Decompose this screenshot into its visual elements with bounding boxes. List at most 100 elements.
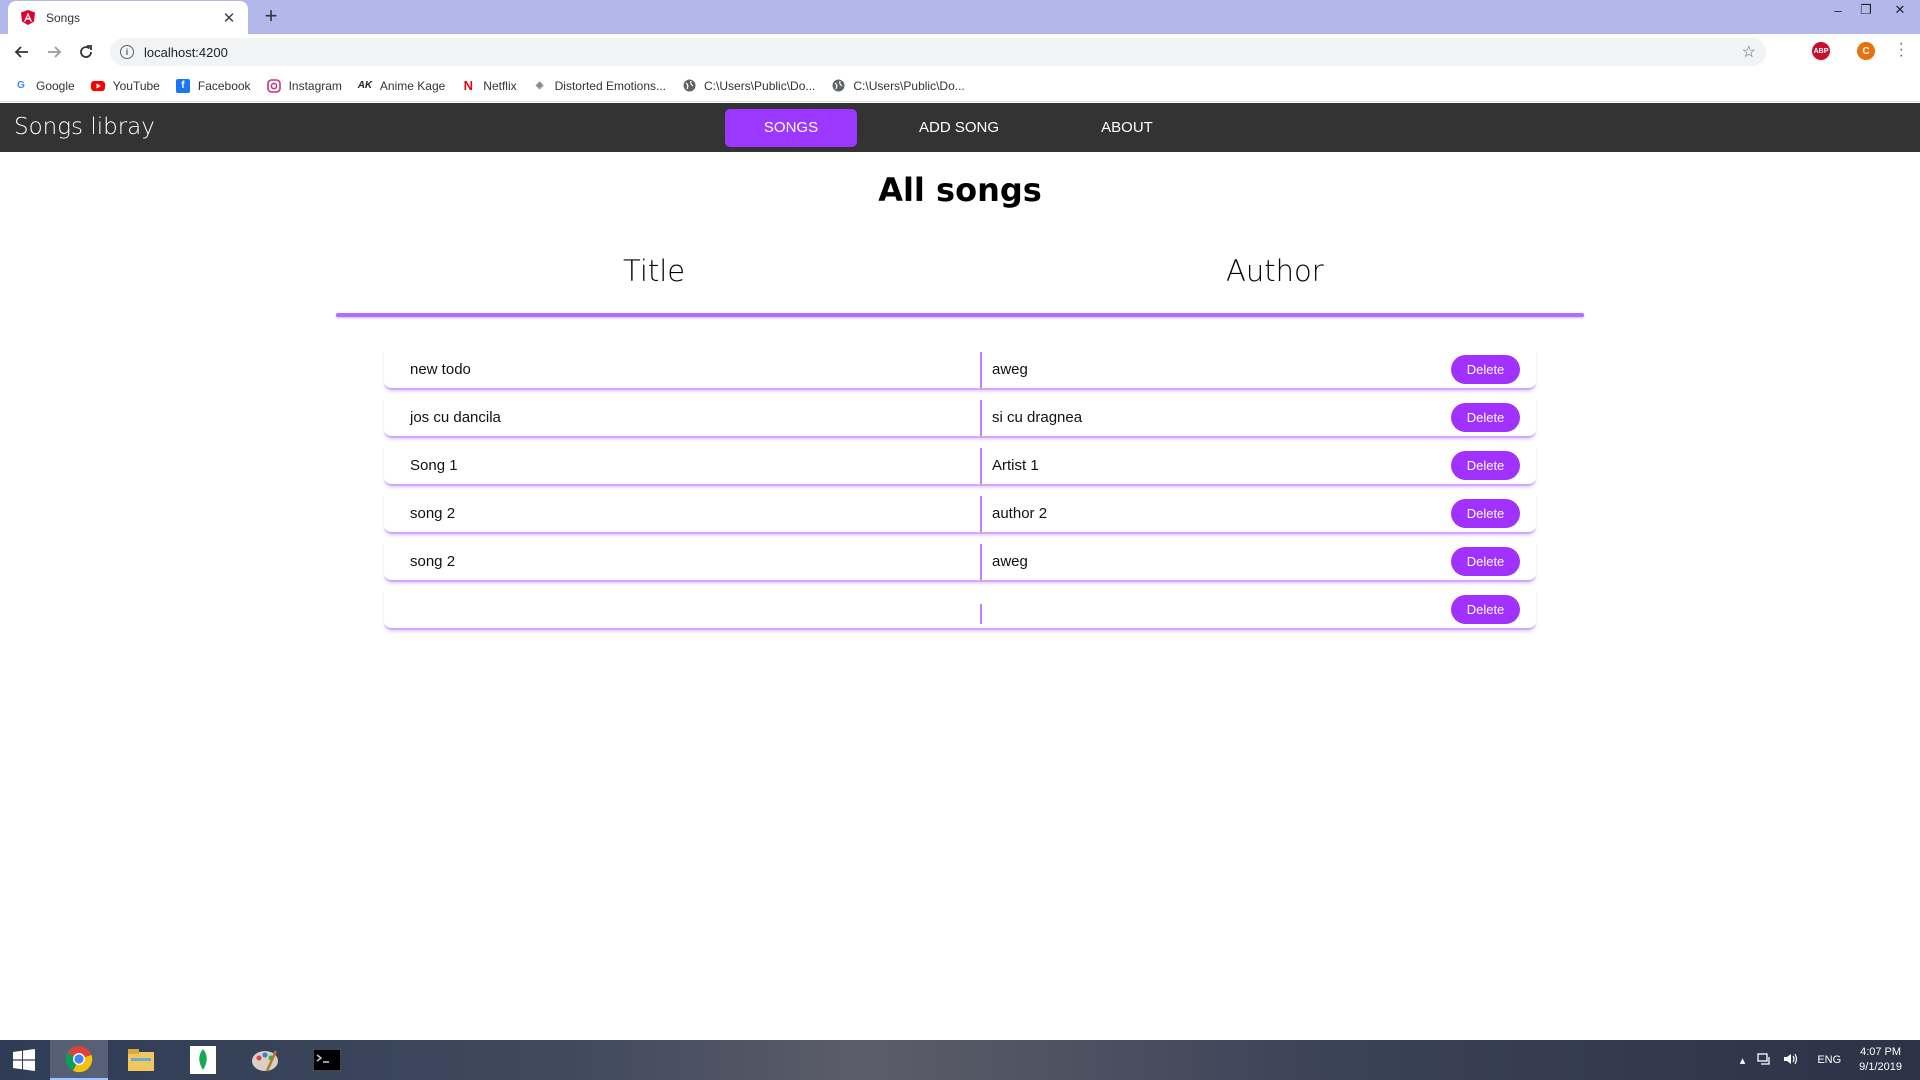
back-arrow-icon[interactable] [10,40,34,64]
column-header-title: Title [623,254,686,288]
bookmark-youtube[interactable]: YouTube [90,78,160,93]
bookmark-label: C:\Users\Public\Do... [853,78,965,93]
song-row: song 2 author 2 Delete [384,494,1536,534]
song-title: jos cu dancila [410,409,501,426]
profile-avatar[interactable]: C [1857,42,1875,60]
system-tray: ▴ ENG 4:07 PM 9/1/2019 [1740,1040,1920,1080]
song-row: song 2 aweg Delete [384,542,1536,582]
windows-taskbar: ▴ ENG 4:07 PM 9/1/2019 [0,1040,1920,1080]
tab-title: Songs [46,10,81,25]
song-title: new todo [410,361,471,378]
window-controls: – ❐ ✕ [1824,0,1920,20]
info-icon[interactable]: i [120,45,134,59]
column-divider [980,496,982,532]
language-indicator[interactable]: ENG [1817,1054,1841,1066]
clock-date: 9/1/2019 [1859,1061,1902,1073]
bookmark-star-icon[interactable]: ☆ [1742,42,1756,62]
song-title: song 2 [410,553,456,570]
netflix-icon: N [463,78,473,93]
song-author: author 2 [992,505,1048,522]
reload-icon[interactable] [74,40,98,64]
song-author: si cu dragnea [992,409,1083,426]
volume-icon[interactable] [1783,1053,1799,1068]
adblock-extension-icon[interactable]: ABP [1812,42,1830,60]
windows-start-icon[interactable] [0,1040,48,1080]
bookmark-distorted-emotions[interactable]: ◈ Distorted Emotions... [533,79,666,93]
browser-tabstrip: Songs ✕ + – ❐ ✕ [0,0,1920,34]
column-divider [980,604,982,624]
delete-button[interactable]: Delete [1451,355,1520,384]
browser-toolbar: i localhost:4200 ☆ ABP C · · · [0,34,1920,70]
delete-button[interactable]: Delete [1451,499,1520,528]
angular-icon [20,10,36,26]
nav-add-song[interactable]: ADD SONG [893,109,1025,147]
song-author: aweg [992,361,1028,378]
google-icon: G [17,80,25,91]
delete-button[interactable]: Delete [1451,451,1520,480]
instagram-icon [266,78,281,93]
tab-close-icon[interactable]: ✕ [220,9,238,27]
paint-icon[interactable] [236,1040,294,1080]
youtube-icon [90,79,105,93]
animekage-icon: AK [357,80,373,91]
browser-menu-icon[interactable]: · · · [1899,36,1904,64]
terminal-icon[interactable] [298,1040,356,1080]
column-divider [980,352,982,388]
bookmark-label: C:\Users\Public\Do... [704,78,816,93]
delete-button[interactable]: Delete [1451,595,1520,624]
chevron-up-icon[interactable]: ▴ [1740,1054,1746,1067]
chrome-taskbar-icon[interactable] [50,1040,108,1080]
song-author: Artist 1 [992,457,1039,474]
bookmark-google[interactable]: G Google [14,79,75,93]
globe-icon [831,79,845,93]
column-header-author: Author [1226,254,1324,288]
facebook-icon: f [175,78,190,93]
bookmark-label: Distorted Emotions... [554,78,667,93]
bookmark-label: Google [36,78,75,93]
bookmark-facebook[interactable]: f Facebook [175,78,251,93]
bookmark-label: Anime Kage [379,78,446,93]
address-bar[interactable]: i localhost:4200 ☆ [110,38,1766,66]
clock[interactable]: 4:07 PM 9/1/2019 [1859,1045,1902,1075]
network-icon[interactable] [1757,1052,1771,1068]
song-title: song 2 [410,505,456,522]
bookmark-label: Netflix [483,78,517,93]
song-row: Delete [384,590,1536,630]
bookmark-label: Instagram [288,78,342,93]
column-divider [980,448,982,484]
song-row: new todo aweg Delete [384,350,1536,390]
close-window-icon[interactable]: ✕ [1880,0,1920,20]
app-navbar: Songs libray SONGS ADD SONG ABOUT [0,103,1920,152]
bookmark-label: Facebook [197,78,251,93]
bookmark-anime-kage[interactable]: AK Anime Kage [357,78,446,93]
url-text: localhost:4200 [144,44,228,60]
bookmark-netflix[interactable]: N Netflix [461,78,517,93]
column-divider [980,400,982,436]
delete-button[interactable]: Delete [1451,403,1520,432]
mongodb-icon[interactable] [174,1040,232,1080]
delete-button[interactable]: Delete [1451,547,1520,576]
browser-tab[interactable]: Songs ✕ [8,1,248,34]
nav-about[interactable]: ABOUT [1061,109,1193,147]
bookmark-label: YouTube [112,78,160,93]
bookmark-local-file-1[interactable]: C:\Users\Public\Do... [682,79,815,93]
restore-icon[interactable]: ❐ [1852,0,1880,20]
bookmark-instagram[interactable]: Instagram [266,78,342,93]
file-explorer-icon[interactable] [112,1040,170,1080]
song-title: Song 1 [410,457,458,474]
brand-title[interactable]: Songs libray [14,103,155,152]
forward-arrow-icon[interactable] [42,40,66,64]
bookmarks-bar: G Google YouTube f Facebook Instagram AK… [0,70,1920,102]
page-icon: ◈ [535,80,544,91]
page-title: All songs [878,171,1042,209]
song-row: Song 1 Artist 1 Delete [384,446,1536,486]
header-divider [336,313,1584,317]
song-row: jos cu dancila si cu dragnea Delete [384,398,1536,438]
globe-icon [682,79,696,93]
song-author: aweg [992,553,1028,570]
column-divider [980,544,982,580]
nav-songs[interactable]: SONGS [725,109,857,147]
new-tab-button[interactable]: + [258,4,284,30]
bookmark-local-file-2[interactable]: C:\Users\Public\Do... [831,78,965,93]
minimize-icon[interactable]: – [1824,0,1852,20]
